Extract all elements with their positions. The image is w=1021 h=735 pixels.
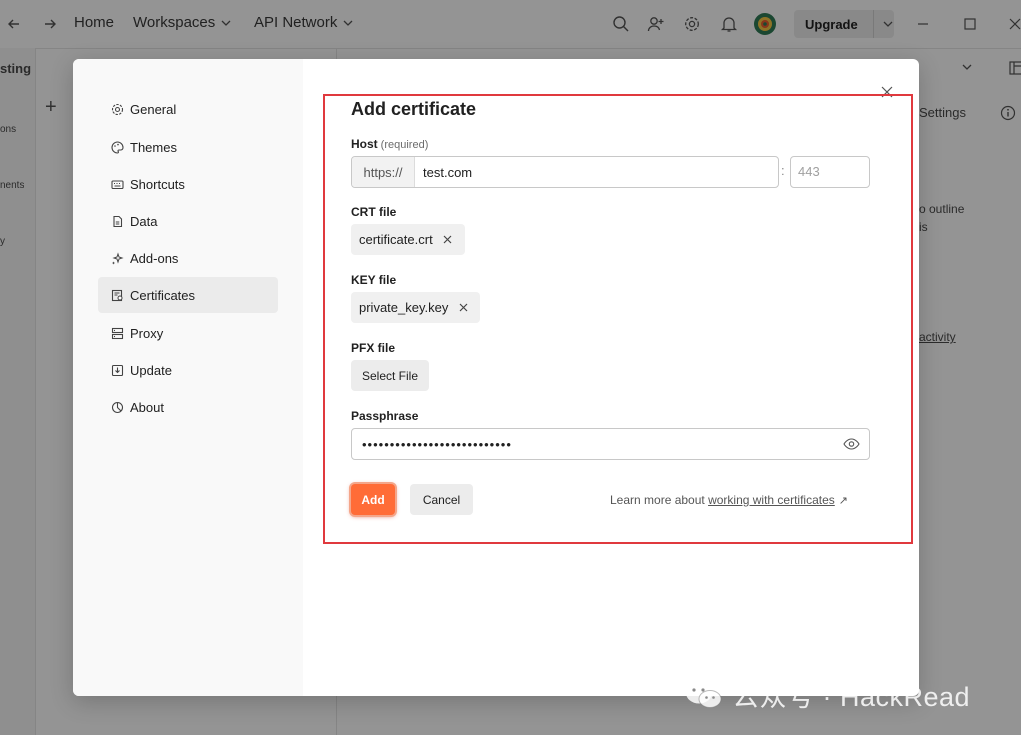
nav-update[interactable]: Update	[98, 352, 278, 388]
palette-icon	[110, 140, 124, 154]
host-required-text: (required)	[380, 139, 429, 151]
watermark: 公众号 · HackRead	[684, 675, 970, 714]
nav-shortcuts-label: Shortcuts	[130, 176, 185, 192]
settings-nav: General Themes Shortcuts Data Add-ons Ce…	[73, 59, 303, 696]
learn-more-text: Learn more about working with certificat…	[610, 493, 848, 507]
settings-modal: General Themes Shortcuts Data Add-ons Ce…	[73, 59, 919, 696]
key-file-label: KEY file	[351, 273, 397, 287]
host-field: https://	[351, 156, 779, 188]
port-separator: :	[781, 163, 785, 178]
wechat-icon	[686, 682, 722, 708]
nav-general[interactable]: General	[98, 91, 278, 127]
download-icon	[110, 363, 124, 377]
passphrase-field	[351, 428, 870, 460]
gear-icon	[110, 102, 124, 116]
pfx-file-label: PFX file	[351, 341, 396, 355]
external-link-icon: ↗	[838, 495, 848, 507]
host-label: Host (required)	[351, 137, 428, 151]
host-protocol-prefix: https://	[352, 157, 415, 187]
keyboard-icon	[110, 177, 124, 191]
nav-add-ons-label: Add-ons	[130, 250, 179, 266]
nav-data-label: Data	[130, 213, 158, 229]
info-icon	[110, 400, 124, 414]
remove-crt-icon[interactable]	[441, 233, 455, 247]
key-file-chip: private_key.key	[351, 292, 481, 323]
nav-themes-label: Themes	[130, 139, 177, 155]
host-label-text: Host	[351, 137, 378, 151]
host-input[interactable]	[415, 158, 778, 186]
proxy-icon	[110, 326, 124, 340]
key-file-name: private_key.key	[359, 300, 449, 315]
nav-update-label: Update	[130, 362, 172, 378]
nav-certificates-label: Certificates	[130, 287, 196, 303]
remove-key-icon[interactable]	[456, 301, 470, 315]
cancel-button[interactable]: Cancel	[410, 484, 473, 515]
nav-shortcuts[interactable]: Shortcuts	[98, 166, 278, 202]
port-input[interactable]	[791, 157, 869, 185]
nav-add-ons[interactable]: Add-ons	[98, 240, 278, 276]
close-icon[interactable]	[878, 83, 896, 101]
nav-general-label: General	[130, 101, 177, 117]
crt-file-label: CRT file	[351, 205, 397, 219]
certificates-docs-link[interactable]: working with certificates	[708, 493, 835, 507]
database-icon	[110, 214, 124, 228]
certificate-icon	[110, 288, 124, 302]
nav-about[interactable]: About	[98, 389, 278, 425]
nav-proxy-label: Proxy	[130, 325, 164, 341]
crt-file-name: certificate.crt	[359, 232, 433, 247]
nav-themes[interactable]: Themes	[98, 129, 278, 165]
add-button[interactable]: Add	[351, 484, 395, 515]
nav-certificates[interactable]: Certificates	[98, 277, 278, 313]
watermark-text: 公众号 · HackRead	[732, 682, 971, 712]
eye-icon[interactable]	[841, 434, 861, 454]
port-field	[790, 156, 870, 188]
select-file-button[interactable]: Select File	[351, 360, 429, 391]
nav-about-label: About	[130, 399, 164, 415]
nav-proxy[interactable]: Proxy	[98, 315, 278, 351]
sparkle-icon	[110, 251, 124, 265]
page-title: Add certificate	[351, 99, 477, 119]
learn-more-prefix: Learn more about	[610, 493, 709, 507]
crt-file-chip: certificate.crt	[351, 224, 465, 255]
nav-data[interactable]: Data	[98, 203, 278, 239]
passphrase-label: Passphrase	[351, 409, 419, 423]
passphrase-input[interactable]	[352, 430, 841, 458]
